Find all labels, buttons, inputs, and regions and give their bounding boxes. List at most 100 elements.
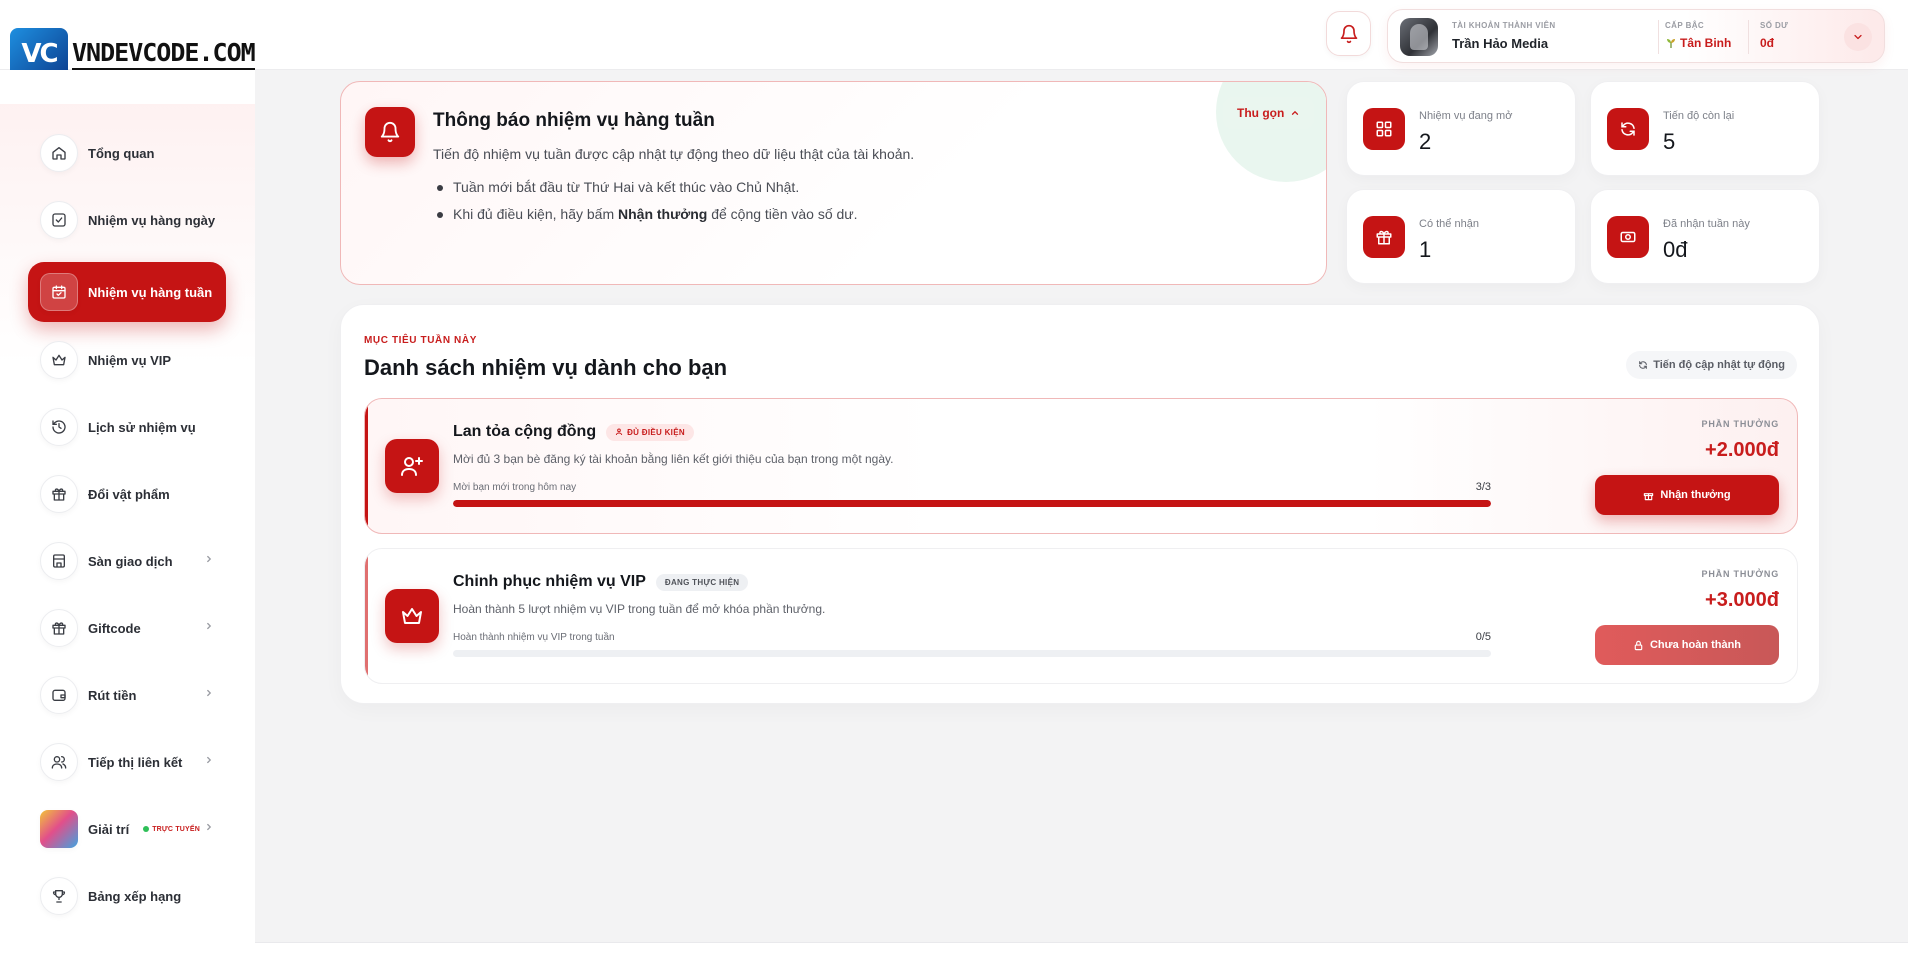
stat-remaining-progress: Tiến độ còn lại 5 xyxy=(1590,81,1820,176)
notice-bullet-text: để cộng tiền vào số dư. xyxy=(707,206,858,222)
users-icon xyxy=(40,743,78,781)
refresh-icon xyxy=(1639,361,1648,369)
game-thumbnail-icon xyxy=(40,810,78,848)
button-label: Chưa hoàn thành xyxy=(1649,639,1742,651)
chevron-right-icon xyxy=(207,622,212,630)
users-icon xyxy=(615,428,623,436)
sidebar-item-label: Rút tiền xyxy=(88,687,137,703)
footer-strip xyxy=(255,942,1908,955)
collapse-button[interactable]: Thu gọn xyxy=(1223,97,1315,129)
reward-value: +3.000đ xyxy=(1705,589,1779,611)
cash-icon xyxy=(1607,216,1649,258)
task-description: Mời đủ 3 bạn bè đăng ký tài khoản bằng l… xyxy=(453,452,894,466)
sidebar-item-label: Giftcode xyxy=(88,620,141,636)
balance-label: SỐ DƯ xyxy=(1760,21,1789,30)
status-badge: ĐỦ ĐIỀU KIỆN xyxy=(606,423,694,441)
refresh-icon xyxy=(1607,108,1649,150)
stat-label: Nhiệm vụ đang mở xyxy=(1419,110,1513,122)
task-card: Lan tỏa cộng đồng ĐỦ ĐIỀU KIỆN Mời đủ 3 … xyxy=(364,398,1798,534)
live-dot-icon xyxy=(143,826,150,832)
chevron-right-icon xyxy=(207,756,212,764)
grid-icon xyxy=(1363,108,1405,150)
sidebar-item-label: Lịch sử nhiệm vụ xyxy=(88,419,196,435)
users-add-icon xyxy=(385,439,439,493)
balance-info: SỐ DƯ 0đ xyxy=(1760,21,1788,50)
task-title: Chinh phục nhiệm vụ VIP ĐANG THỰC HIỆN xyxy=(453,573,749,591)
sidebar-item-label: Tổng quan xyxy=(88,145,155,161)
history-icon xyxy=(40,408,78,446)
claim-reward-button[interactable]: Nhận thưởng xyxy=(1595,475,1779,515)
rank-value: Tân Binh xyxy=(1665,36,1731,50)
reward-value: +2.000đ xyxy=(1705,439,1779,461)
sidebar-item-mission-history[interactable]: Lịch sử nhiệm vụ xyxy=(28,399,226,455)
balance-value: 0đ xyxy=(1760,36,1775,50)
wallet-icon xyxy=(40,676,78,714)
status-badge-text: ĐỦ ĐIỀU KIỆN xyxy=(627,427,685,437)
logo-text: VNDEVCODE.COM xyxy=(72,38,256,71)
gift-icon xyxy=(40,609,78,647)
notice-title: Thông báo nhiệm vụ hàng tuần xyxy=(433,110,715,131)
account-panel[interactable]: TÀI KHOẢN THÀNH VIÊN Trần Hảo Media CẤP … xyxy=(1387,9,1885,63)
home-icon xyxy=(40,134,78,172)
task-name: Chinh phục nhiệm vụ VIP xyxy=(453,573,646,590)
calendar-check-icon xyxy=(40,273,78,311)
sidebar-item-redeem-items[interactable]: Đổi vật phẩm xyxy=(28,466,226,522)
member-label: TÀI KHOẢN THÀNH VIÊN xyxy=(1452,21,1556,30)
task-accent-bar xyxy=(365,549,368,683)
sidebar-item-label: Đổi vật phẩm xyxy=(88,486,170,502)
progress-label: Mời bạn mới trong hôm nay xyxy=(453,482,577,493)
progress-count: 3/3 xyxy=(1475,481,1491,493)
sidebar-item-withdraw[interactable]: Rút tiền xyxy=(28,667,226,723)
notice-description: Tiến độ nhiệm vụ tuần được cập nhật tự đ… xyxy=(433,146,915,162)
chevron-down-icon xyxy=(1854,34,1862,40)
checkbox-icon xyxy=(40,201,78,239)
avatar xyxy=(1400,18,1438,56)
notice-bullet: Tuần mới bắt đầu từ Thứ Hai và kết thúc … xyxy=(433,179,858,195)
gift-icon xyxy=(1644,492,1654,500)
divider xyxy=(1748,20,1749,54)
task-description: Hoàn thành 5 lượt nhiệm vụ VIP trong tuầ… xyxy=(453,602,826,616)
collapse-label: Thu gọn xyxy=(1237,106,1285,120)
live-badge-text: TRỰC TUYẾN xyxy=(152,825,201,833)
missions-panel: MỤC TIÊU TUẦN NÀY Danh sách nhiệm vụ dàn… xyxy=(340,304,1820,704)
sidebar-item-daily-missions[interactable]: Nhiệm vụ hàng ngày xyxy=(28,192,226,248)
task-accent-bar xyxy=(365,399,368,533)
sidebar-item-affiliate[interactable]: Tiếp thị liên kết xyxy=(28,734,226,790)
account-name: Trần Hảo Media xyxy=(1452,36,1549,51)
chevron-right-icon xyxy=(207,689,212,697)
stat-label: Tiến độ còn lại xyxy=(1663,110,1735,122)
progress-bar xyxy=(453,500,1491,507)
sidebar-item-label: Tiếp thị liên kết xyxy=(88,754,183,770)
sidebar-item-label: Sàn giao dịch xyxy=(88,553,173,569)
sidebar-item-giftcode[interactable]: Giftcode xyxy=(28,600,226,656)
rank-info: CẤP BẬC Tân Binh xyxy=(1665,21,1731,50)
reward-label: PHẦN THƯỞNG xyxy=(1701,419,1779,429)
sidebar-item-leaderboard[interactable]: Bảng xếp hạng xyxy=(28,868,226,924)
stat-value: 1 xyxy=(1419,237,1432,262)
crown-icon xyxy=(385,589,439,643)
stat-value: 0đ xyxy=(1663,237,1688,262)
task-title: Lan tỏa cộng đồng ĐỦ ĐIỀU KIỆN xyxy=(453,423,694,441)
rank-label: CẤP BẬC xyxy=(1665,21,1705,30)
gift-icon xyxy=(40,475,78,513)
account-dropdown-button[interactable] xyxy=(1844,23,1872,51)
progress-fill xyxy=(453,500,1491,507)
reward-label: PHẦN THƯỞNG xyxy=(1701,569,1779,579)
notification-button[interactable] xyxy=(1326,11,1371,56)
sidebar-item-weekly-missions[interactable]: Nhiệm vụ hàng tuần xyxy=(28,262,226,322)
sidebar-item-entertainment[interactable]: Giải trí TRỰC TUYẾN xyxy=(28,801,226,857)
sidebar-item-overview[interactable]: Tổng quan xyxy=(28,125,226,181)
stat-value: 2 xyxy=(1419,129,1432,154)
live-badge: TRỰC TUYẾN xyxy=(143,826,200,833)
notice-bullet-text: Khi đủ điều kiện, hãy bấm xyxy=(453,206,618,222)
auto-update-chip: Tiến độ cập nhật tự động xyxy=(1626,351,1797,379)
sidebar-item-marketplace[interactable]: Sàn giao dịch xyxy=(28,533,226,589)
stat-open-missions: Nhiệm vụ đang mở 2 xyxy=(1346,81,1576,176)
button-label: Nhận thưởng xyxy=(1660,489,1731,501)
sidebar-item-vip-missions[interactable]: Nhiệm vụ VIP xyxy=(28,332,226,388)
locked-reward-button[interactable]: Chưa hoàn thành xyxy=(1595,625,1779,665)
sidebar-item-label: Nhiệm vụ hàng ngày xyxy=(88,212,216,228)
notice-bullet-bold: Nhận thưởng xyxy=(618,206,708,222)
crown-icon xyxy=(40,341,78,379)
bell-icon xyxy=(1340,24,1357,43)
